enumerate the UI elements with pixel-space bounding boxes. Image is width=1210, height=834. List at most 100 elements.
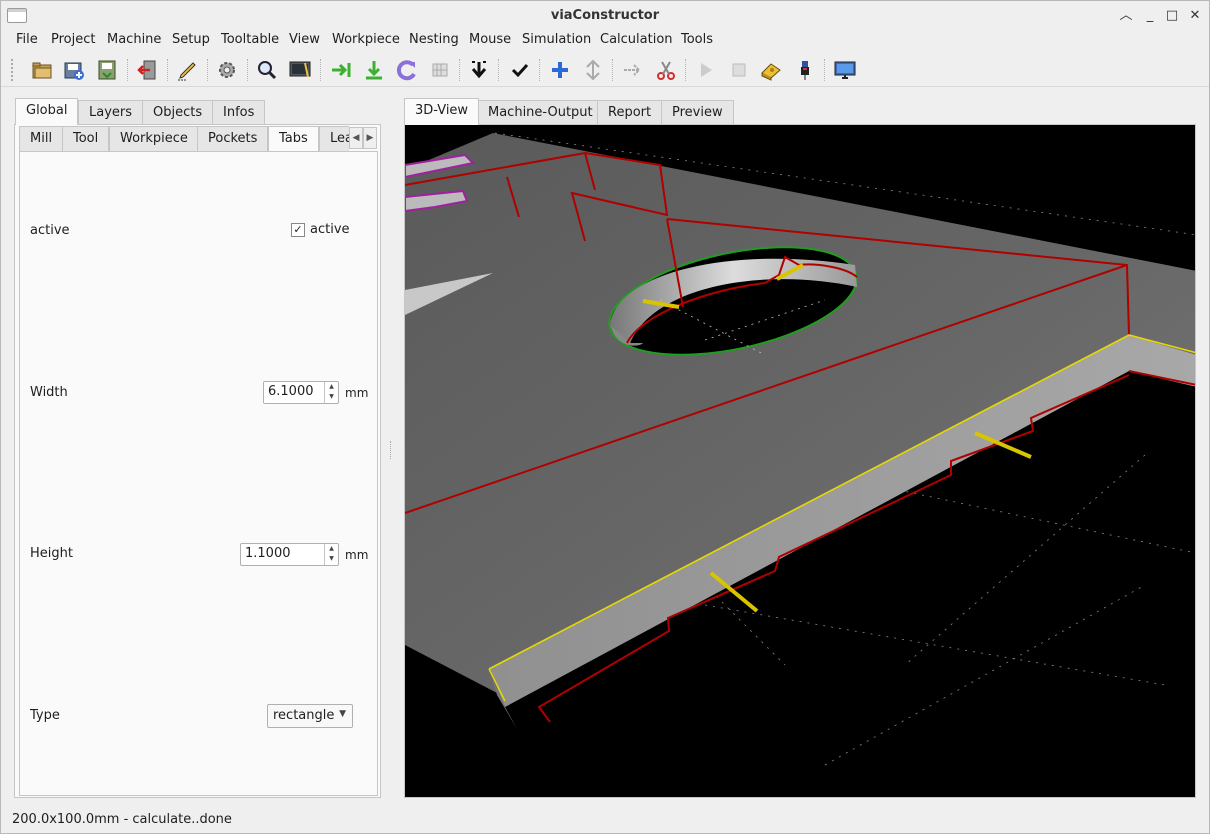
- tab-scroll-right-icon[interactable]: ▶: [363, 127, 377, 149]
- tab-infos[interactable]: Infos: [212, 100, 266, 125]
- play-icon[interactable]: [693, 57, 719, 83]
- stop-icon[interactable]: [726, 57, 752, 83]
- height-label: Height: [30, 546, 73, 561]
- draw-icon[interactable]: [174, 57, 200, 83]
- toolbar-separator: [612, 59, 613, 81]
- arrow-right-icon[interactable]: [620, 57, 646, 83]
- subtab-lead[interactable]: Lea: [319, 126, 349, 152]
- tab-objects[interactable]: Objects: [142, 100, 214, 125]
- menu-tooltable[interactable]: Tooltable: [221, 31, 279, 51]
- subtab-workpiece[interactable]: Workpiece: [109, 126, 199, 152]
- maximize-icon[interactable]: □: [1163, 7, 1181, 25]
- tab-report-label: Report: [608, 105, 652, 120]
- subtab-mill[interactable]: Mill: [19, 126, 64, 152]
- height-spinbox[interactable]: 1.1000 ▲ ▼: [240, 543, 339, 566]
- menu-file[interactable]: File: [16, 31, 38, 51]
- width-value: 6.1000: [268, 384, 314, 399]
- height-value: 1.1000: [245, 546, 291, 561]
- tab-report[interactable]: Report: [597, 100, 663, 125]
- menu-tools[interactable]: Tools: [681, 31, 713, 51]
- tab-3d-view[interactable]: 3D-View: [404, 98, 480, 125]
- toolbar-separator: [207, 59, 208, 81]
- monitor-icon[interactable]: [832, 57, 858, 83]
- toolbar-separator: [824, 59, 825, 81]
- save-as-icon[interactable]: [94, 57, 120, 83]
- save-icon[interactable]: [61, 57, 87, 83]
- splitter-handle[interactable]: [390, 441, 393, 459]
- toolbar-separator: [539, 59, 540, 81]
- menu-project[interactable]: Project: [51, 31, 95, 51]
- rotate-icon[interactable]: [394, 57, 420, 83]
- active-checkbox[interactable]: ✓: [291, 223, 305, 237]
- subtab-workpiece-label: Workpiece: [120, 131, 188, 146]
- workpiece-top: [405, 133, 1195, 693]
- tab-scroll-left-icon[interactable]: ◀: [349, 127, 363, 149]
- settings-icon[interactable]: [214, 57, 240, 83]
- toolbar-separator: [127, 59, 128, 81]
- tabs-settings-panel: [19, 151, 378, 796]
- menu-calculation[interactable]: Calculation: [600, 31, 673, 51]
- menu-bar: File Project Machine Setup Tooltable Vie…: [1, 31, 1209, 51]
- menu-nesting[interactable]: Nesting: [409, 31, 459, 51]
- subtab-pockets-label: Pockets: [208, 131, 258, 146]
- tab-layers-label: Layers: [89, 105, 133, 120]
- tab-global[interactable]: Global: [15, 98, 79, 125]
- exit-icon[interactable]: [134, 57, 160, 83]
- cut-icon[interactable]: [653, 57, 679, 83]
- toolbar-grip[interactable]: [11, 59, 15, 81]
- cheese-icon[interactable]: [758, 57, 784, 83]
- menu-view[interactable]: View: [289, 31, 320, 51]
- probe-icon[interactable]: [792, 57, 818, 83]
- 3d-scene: [405, 132, 1195, 766]
- type-select[interactable]: rectangle ▼: [267, 704, 353, 728]
- tab-global-label: Global: [26, 103, 68, 118]
- menu-mouse[interactable]: Mouse: [469, 31, 511, 51]
- active-checkbox-label[interactable]: active: [310, 222, 350, 237]
- toolbar-separator: [167, 59, 168, 81]
- window-title: viaConstructor: [550, 8, 660, 23]
- subtab-lead-label: Lea: [330, 131, 349, 146]
- spinner-arrows-icon[interactable]: ▲ ▼: [324, 544, 338, 565]
- spinner-arrows-icon[interactable]: ▲ ▼: [324, 382, 338, 403]
- open-folder-icon[interactable]: [29, 57, 55, 83]
- width-unit: mm: [345, 386, 369, 400]
- toolbar-separator: [685, 59, 686, 81]
- tab-infos-label: Infos: [223, 105, 255, 120]
- toolbar-separator: [498, 59, 499, 81]
- tab-machine-output[interactable]: Machine-Output: [477, 100, 604, 125]
- menu-workpiece[interactable]: Workpiece: [332, 31, 400, 51]
- subtab-pockets[interactable]: Pockets: [197, 126, 269, 152]
- close-icon[interactable]: ✕: [1186, 7, 1204, 25]
- toolbar-separator: [320, 59, 321, 81]
- grid-icon[interactable]: [427, 57, 453, 83]
- collapse-icon[interactable]: ︿: [1117, 7, 1135, 25]
- subtab-tabs[interactable]: Tabs: [268, 126, 319, 152]
- subtab-tabs-label: Tabs: [279, 131, 308, 146]
- move-icon[interactable]: [580, 57, 606, 83]
- minimize-icon[interactable]: _: [1141, 7, 1159, 25]
- height-unit: mm: [345, 548, 369, 562]
- status-bar: 200.0x100.0mm - calculate..done: [12, 812, 232, 827]
- arrow-down-icon[interactable]: [466, 57, 492, 83]
- subtab-mill-label: Mill: [30, 131, 53, 146]
- menu-setup[interactable]: Setup: [172, 31, 210, 51]
- tab-3d-view-label: 3D-View: [415, 103, 469, 118]
- subtab-tool[interactable]: Tool: [62, 126, 110, 152]
- menu-machine[interactable]: Machine: [107, 31, 161, 51]
- width-spinbox[interactable]: 6.1000 ▲ ▼: [263, 381, 339, 404]
- move-forward-icon[interactable]: [328, 57, 354, 83]
- active-label: active: [30, 223, 70, 238]
- toolbar-separator: [459, 59, 460, 81]
- zoom-icon[interactable]: [254, 57, 280, 83]
- add-icon[interactable]: [547, 57, 573, 83]
- tab-objects-label: Objects: [153, 105, 203, 120]
- download-icon[interactable]: [361, 57, 387, 83]
- check-icon[interactable]: [507, 57, 533, 83]
- menu-simulation[interactable]: Simulation: [522, 31, 591, 51]
- tab-layers[interactable]: Layers: [78, 100, 144, 125]
- screenshot-icon[interactable]: [287, 57, 313, 83]
- tab-preview[interactable]: Preview: [661, 100, 734, 125]
- tab-machine-output-label: Machine-Output: [488, 105, 593, 120]
- 3d-viewport[interactable]: [404, 124, 1196, 798]
- sub-tab-strip: Mill Tool Workpiece Pockets Tabs Lea: [19, 126, 349, 152]
